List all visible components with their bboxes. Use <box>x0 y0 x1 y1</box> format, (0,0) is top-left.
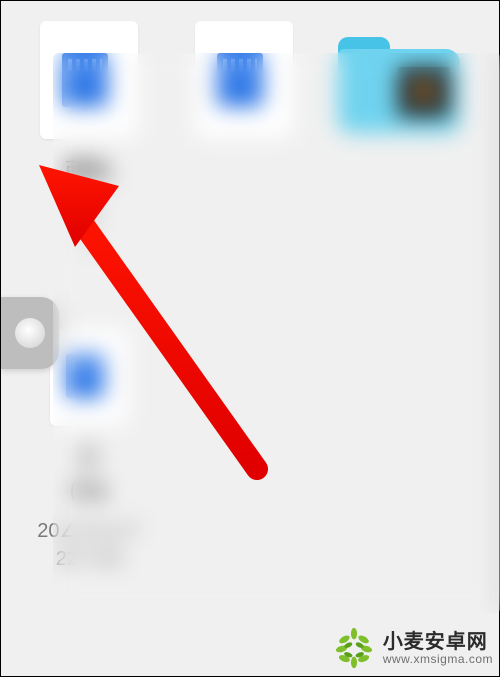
file-size: 1 <box>83 229 94 255</box>
sd-card-file-icon <box>40 21 138 139</box>
wheat-logo-icon <box>331 626 377 672</box>
sd-card-file-icon <box>50 330 128 426</box>
sd-card-file-icon <box>195 21 293 139</box>
file-date: 20∠1/1∠/7 <box>37 518 140 544</box>
folder-item[interactable] <box>321 21 476 280</box>
watermark: 小麦安卓网 www.xmsigma.com <box>331 626 493 672</box>
file-name-extra: (mp <box>70 476 108 504</box>
watermark-title: 小麦安卓网 <box>383 632 493 653</box>
file-item[interactable] <box>166 21 321 280</box>
folder-icon <box>338 37 460 133</box>
file-date: 20 <box>77 201 99 227</box>
file-size: 227 KB <box>56 546 122 572</box>
assistive-touch-button[interactable] <box>1 297 59 369</box>
file-grid-row: 萌犰 20 1 <box>11 21 489 280</box>
file-name: 三 <box>77 444 101 474</box>
file-grid: 萌犰 20 1 三 (mp 20∠1/1∠/7 227 KB <box>1 1 499 607</box>
file-grid-row: 三 (mp 20∠1/1∠/7 227 KB <box>11 280 489 597</box>
file-item[interactable]: 萌犰 20 1 <box>11 21 166 280</box>
file-name: 萌犰 <box>65 157 113 187</box>
watermark-url: www.xmsigma.com <box>383 653 493 666</box>
